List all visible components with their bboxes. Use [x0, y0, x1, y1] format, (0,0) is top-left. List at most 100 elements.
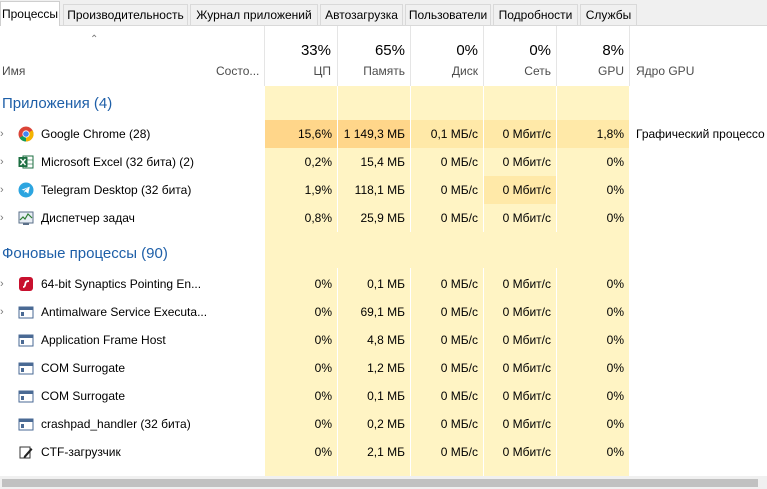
disk-value: 0 МБ/с: [440, 417, 478, 431]
process-row[interactable]: › Microsoft Excel (32 бита) (2) 0,2% 15,…: [0, 148, 767, 176]
process-name: COM Surrogate: [41, 361, 126, 375]
disk-value: 0 МБ/с: [440, 183, 478, 197]
tab-users[interactable]: Пользователи: [405, 4, 491, 25]
disk-value: 0 МБ/с: [440, 389, 478, 403]
process-name: Google Chrome (28): [41, 127, 151, 141]
cpu-value: 15,6%: [265, 120, 337, 148]
memory-value: 1,2 МБ: [367, 361, 405, 375]
network-value: 0 Мбит/с: [502, 155, 551, 169]
process-row[interactable]: COM Surrogate 0% 0,1 МБ 0 МБ/с 0 Мбит/с …: [0, 382, 767, 410]
process-row[interactable]: Application Frame Host 0% 4,8 МБ 0 МБ/с …: [0, 326, 767, 354]
column-gpu[interactable]: GPU: [557, 64, 624, 78]
disk-value: 0 МБ/с: [440, 445, 478, 459]
process-name: crashpad_handler (32 бита): [41, 417, 191, 431]
memory-value: 0,1 МБ: [367, 389, 405, 403]
disk-value: 0 МБ/с: [440, 333, 478, 347]
gpu-value: 0%: [606, 389, 624, 403]
gpu-engine-value: Графический процессо: [636, 127, 765, 141]
process-row[interactable]: › 64-bit Synaptics Pointing En... 0% 0,1…: [0, 270, 767, 298]
column-network[interactable]: Сеть: [484, 64, 551, 78]
gpu-total[interactable]: 8%: [557, 42, 624, 59]
column-gpu-engine[interactable]: Ядро GPU: [636, 64, 694, 78]
process-name: COM Surrogate: [41, 389, 126, 403]
window-icon: [18, 362, 34, 375]
memory-value: 4,8 МБ: [367, 333, 405, 347]
process-row[interactable]: COM Surrogate 0% 1,2 МБ 0 МБ/с 0 Мбит/с …: [0, 354, 767, 382]
column-header: ⌃ Имя Состо... 33% ЦП 65% Память 0% Диск…: [0, 26, 767, 86]
sort-arrow-icon[interactable]: ⌃: [90, 34, 98, 45]
tab-details[interactable]: Подробности: [493, 4, 578, 25]
expand-chevron-icon[interactable]: ›: [0, 120, 10, 148]
header-divider: [629, 26, 630, 86]
telegram-icon: [18, 182, 34, 198]
column-memory[interactable]: Память: [338, 64, 405, 78]
cpu-value: 0%: [314, 361, 332, 375]
tab-processes[interactable]: Процессы: [0, 1, 60, 26]
gpu-value: 0%: [606, 211, 624, 225]
process-table: ⌃ Имя Состо... 33% ЦП 65% Память 0% Диск…: [0, 26, 767, 489]
horizontal-scrollbar[interactable]: [0, 476, 767, 489]
memory-total[interactable]: 65%: [338, 42, 405, 59]
disk-total[interactable]: 0%: [411, 42, 478, 59]
process-row[interactable]: › Google Chrome (28) 15,6% 1 149,3 МБ 0,…: [0, 120, 767, 148]
gpu-value: 0%: [606, 155, 624, 169]
ctf-pen-icon: [19, 446, 33, 459]
network-value: 0 Мбит/с: [502, 211, 551, 225]
network-value: 0 Мбит/с: [484, 176, 556, 204]
expand-chevron-icon[interactable]: ›: [0, 176, 10, 204]
expand-chevron-icon[interactable]: ›: [0, 298, 10, 326]
group-tint: [265, 232, 629, 268]
cpu-value: 0%: [314, 333, 332, 347]
memory-value: 25,9 МБ: [360, 211, 405, 225]
process-row[interactable]: › Telegram Desktop (32 бита) 1,9% 118,1 …: [0, 176, 767, 204]
expand-chevron-icon[interactable]: ›: [0, 148, 10, 176]
tab-app-history[interactable]: Журнал приложений: [190, 4, 318, 25]
process-name: Microsoft Excel (32 бита) (2): [41, 155, 194, 169]
process-row[interactable]: › Диспетчер задач 0,8% 25,9 МБ 0 МБ/с 0 …: [0, 204, 767, 232]
gpu-value: 0%: [606, 445, 624, 459]
excel-icon: [18, 155, 34, 169]
column-name[interactable]: Имя: [2, 64, 25, 78]
cpu-value: 0%: [314, 305, 332, 319]
tab-startup[interactable]: Автозагрузка: [320, 4, 403, 25]
disk-value: 0 МБ/с: [440, 211, 478, 225]
tab-performance[interactable]: Производительность: [63, 4, 188, 25]
process-name: 64-bit Synaptics Pointing En...: [41, 277, 202, 291]
cpu-value: 0%: [314, 389, 332, 403]
memory-value: 0,2 МБ: [367, 417, 405, 431]
cpu-total[interactable]: 33%: [265, 42, 331, 59]
memory-value: 0,1 МБ: [367, 277, 405, 291]
disk-value: 0 МБ/с: [440, 305, 478, 319]
column-cpu[interactable]: ЦП: [265, 64, 331, 78]
cpu-value: 1,9%: [304, 183, 332, 197]
gpu-value: 0%: [606, 305, 624, 319]
disk-value: 0 МБ/с: [440, 155, 478, 169]
network-value: 0 Мбит/с: [502, 389, 551, 403]
tab-strip: Процессы Производительность Журнал прило…: [0, 0, 767, 26]
column-disk[interactable]: Диск: [411, 64, 478, 78]
network-value: 0 Мбит/с: [502, 333, 551, 347]
process-row[interactable]: CTF-загрузчик 0% 2,1 МБ 0 МБ/с 0 Мбит/с …: [0, 438, 767, 466]
task-manager-icon: [18, 211, 34, 225]
chrome-icon: [18, 126, 34, 142]
tab-services[interactable]: Службы: [580, 4, 637, 25]
process-row[interactable]: crashpad_handler (32 бита) 0% 0,2 МБ 0 М…: [0, 410, 767, 438]
network-value: 0 Мбит/с: [502, 445, 551, 459]
process-row[interactable]: › Antimalware Service Executa... 0% 69,1…: [0, 298, 767, 326]
scrollbar-thumb[interactable]: [2, 479, 758, 487]
network-value: 0 Мбит/с: [502, 277, 551, 291]
expand-chevron-icon[interactable]: ›: [0, 270, 10, 298]
memory-value: 2,1 МБ: [367, 445, 405, 459]
cpu-value: 0%: [314, 277, 332, 291]
disk-value: 0,1 МБ/с: [411, 120, 483, 148]
network-value: 0 Мбит/с: [502, 417, 551, 431]
network-value: 0 Мбит/с: [502, 305, 551, 319]
process-name: CTF-загрузчик: [41, 445, 121, 459]
expand-chevron-icon[interactable]: ›: [0, 204, 10, 232]
service-window-icon: [18, 306, 34, 319]
network-total[interactable]: 0%: [484, 42, 551, 59]
column-status[interactable]: Состо...: [216, 64, 259, 78]
cpu-value: 0,8%: [304, 211, 332, 225]
memory-value: 1 149,3 МБ: [338, 120, 410, 148]
disk-value: 0 МБ/с: [440, 277, 478, 291]
